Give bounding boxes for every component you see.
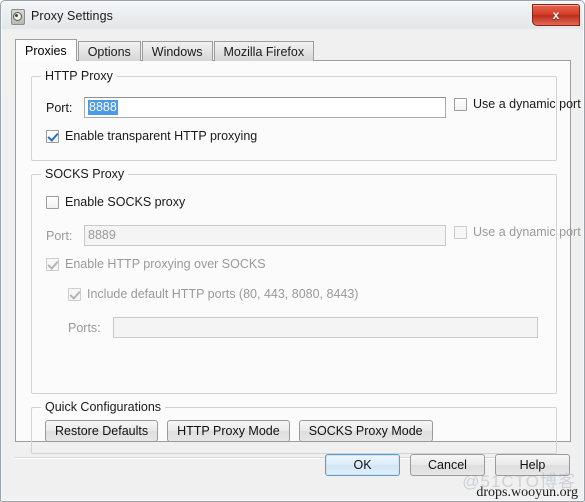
checkbox-box — [68, 287, 81, 301]
app-icon — [9, 8, 25, 25]
help-button[interactable]: Help — [495, 454, 570, 476]
http-port-row: Port: 8888 — [46, 97, 446, 118]
include-default-http-ports-label: Include default HTTP ports (80, 443, 808… — [87, 287, 359, 301]
checkbox-box — [46, 257, 59, 271]
socks-port-input[interactable]: 8889 — [84, 225, 446, 246]
checkbox-box — [46, 129, 59, 143]
enable-http-proxying-over-socks-checkbox[interactable]: Enable HTTP proxying over SOCKS — [46, 257, 266, 271]
http-transparent-proxying-checkbox[interactable]: Enable transparent HTTP proxying — [46, 129, 257, 143]
enable-socks-proxy-checkbox[interactable]: Enable SOCKS proxy — [46, 195, 185, 209]
http-port-label: Port: — [46, 100, 73, 115]
cancel-button[interactable]: Cancel — [410, 454, 485, 476]
socks-port-row: Port: 8889 — [46, 225, 446, 246]
socks-dynamic-port-label: Use a dynamic port — [473, 225, 581, 239]
proxies-tab-panel: HTTP Proxy Port: 8888 Use a dynamic port — [15, 60, 581, 454]
socks-dynamic-port-checkbox[interactable]: Use a dynamic port — [454, 225, 581, 239]
http-dynamic-port-checkbox[interactable]: Use a dynamic port — [454, 97, 581, 111]
http-proxy-group: HTTP Proxy Port: 8888 Use a dynamic port — [31, 69, 581, 161]
tab-mozilla-firefox[interactable]: Mozilla Firefox — [213, 41, 315, 61]
checkbox-box — [454, 97, 467, 111]
quick-configurations-group: Quick Configurations Restore Defaults HT… — [31, 400, 557, 454]
close-button[interactable]: x — [532, 4, 580, 26]
http-port-input[interactable]: 8888 — [84, 97, 446, 118]
tab-options[interactable]: Options — [77, 41, 141, 61]
dialog-client-area: Proxies Options Windows Mozilla Firefox … — [2, 29, 583, 500]
socks-proxy-group-title: SOCKS Proxy — [41, 167, 129, 181]
socks-proxy-mode-button[interactable]: SOCKS Proxy Mode — [298, 420, 433, 442]
include-default-ports-row: Include default HTTP ports (80, 443, 808… — [68, 287, 358, 301]
http-dynamic-port-row: Use a dynamic port — [454, 97, 581, 111]
http-transparent-proxying-label: Enable transparent HTTP proxying — [65, 129, 258, 143]
http-proxy-group-title: HTTP Proxy — [41, 69, 117, 83]
restore-defaults-button[interactable]: Restore Defaults — [45, 420, 159, 442]
http-transparent-row: Enable transparent HTTP proxying — [46, 129, 257, 143]
proxy-settings-window: Proxy Settings x Proxies Options Windows… — [0, 0, 585, 502]
http-proxy-mode-button[interactable]: HTTP Proxy Mode — [167, 420, 290, 442]
socks-enable-row: Enable SOCKS proxy — [46, 195, 185, 209]
http-port-value: 8888 — [88, 100, 118, 115]
socks-ports-row: Ports: — [68, 317, 538, 338]
title-bar: Proxy Settings x — [2, 2, 583, 29]
socks-port-label: Port: — [46, 228, 73, 243]
quick-configuration-buttons: Restore Defaults HTTP Proxy Mode SOCKS P… — [45, 420, 433, 442]
socks-proxy-group: SOCKS Proxy Enable SOCKS proxy Port: 888… — [31, 167, 581, 394]
socks-port-value: 8889 — [88, 228, 116, 242]
tab-windows[interactable]: Windows — [141, 41, 213, 61]
http-over-socks-row: Enable HTTP proxying over SOCKS — [46, 257, 266, 271]
quick-configurations-group-title: Quick Configurations — [41, 400, 166, 414]
http-dynamic-port-label: Use a dynamic port — [473, 97, 581, 111]
socks-ports-label: Ports: — [68, 320, 101, 335]
close-icon: x — [552, 8, 560, 22]
dialog-button-bar: OK Cancel Help — [325, 454, 570, 476]
ok-button[interactable]: OK — [325, 454, 400, 476]
enable-http-proxying-over-socks-label: Enable HTTP proxying over SOCKS — [65, 257, 266, 271]
enable-socks-proxy-label: Enable SOCKS proxy — [65, 195, 186, 209]
checkbox-box — [454, 225, 467, 239]
window-title: Proxy Settings — [31, 8, 113, 23]
include-default-http-ports-checkbox[interactable]: Include default HTTP ports (80, 443, 808… — [68, 287, 358, 301]
socks-ports-input[interactable] — [113, 317, 538, 338]
tab-strip: Proxies Options Windows Mozilla Firefox — [15, 39, 315, 61]
socks-dynamic-port-row: Use a dynamic port — [454, 225, 581, 239]
checkbox-box — [46, 195, 59, 209]
tab-proxies[interactable]: Proxies — [15, 39, 77, 61]
